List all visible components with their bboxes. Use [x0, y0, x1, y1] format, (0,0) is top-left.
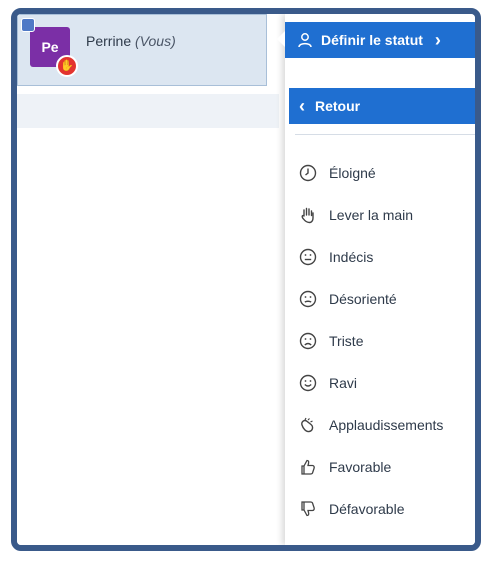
participant-row-self[interactable]: Pe ✋ Perrine (Vous)	[17, 14, 267, 86]
applause-icon	[299, 416, 317, 434]
status-item-undecided[interactable]: Indécis	[285, 236, 475, 278]
set-status-button[interactable]: Définir le statut ›	[285, 22, 475, 58]
participant-name-text: Perrine	[86, 33, 132, 49]
status-menu: Définir le statut › ‹ Retour Éloigné Lev…	[277, 14, 475, 545]
status-label: Lever la main	[329, 207, 414, 223]
status-label: Éloigné	[329, 165, 376, 181]
participant-name: Perrine (Vous)	[86, 33, 176, 49]
app-frame: Pe ✋ Perrine (Vous) Définir le statut ›	[11, 8, 481, 551]
status-item-happy[interactable]: Ravi	[285, 362, 475, 404]
participants-pane: Pe ✋ Perrine (Vous)	[17, 14, 279, 545]
status-label: Favorable	[329, 459, 392, 475]
participant-self-suffix: (Vous)	[135, 33, 176, 49]
chevron-left-icon: ‹	[299, 96, 305, 116]
raise-hand-icon	[299, 206, 317, 224]
status-item-confused[interactable]: Désorienté	[285, 278, 475, 320]
status-label: Applaudissements	[329, 417, 444, 433]
participants-list-band	[17, 94, 279, 128]
raised-hand-badge-icon: ✋	[56, 55, 78, 77]
undecided-face-icon	[299, 248, 317, 266]
avatar-initials: Pe	[41, 39, 59, 55]
presenter-icon	[21, 18, 35, 32]
thumbs-down-icon	[299, 500, 317, 518]
set-status-label: Définir le statut	[321, 32, 423, 48]
status-label: Triste	[329, 333, 364, 349]
back-button[interactable]: ‹ Retour	[289, 88, 475, 124]
happy-face-icon	[299, 374, 317, 392]
confused-face-icon	[299, 290, 317, 308]
status-label: Ravi	[329, 375, 358, 391]
person-icon	[297, 32, 313, 48]
status-list: Éloigné Lever la main Indécis Désorienté	[285, 152, 475, 530]
clock-icon	[299, 164, 317, 182]
divider	[295, 134, 475, 135]
chevron-right-icon: ›	[434, 29, 441, 50]
status-item-away[interactable]: Éloigné	[285, 152, 475, 194]
status-item-sad[interactable]: Triste	[285, 320, 475, 362]
thumbs-up-icon	[299, 458, 317, 476]
back-label: Retour	[315, 98, 361, 114]
status-item-favorable[interactable]: Favorable	[285, 446, 475, 488]
status-item-unfavorable[interactable]: Défavorable	[285, 488, 475, 530]
status-label: Indécis	[329, 249, 374, 265]
status-item-applause[interactable]: Applaudissements	[285, 404, 475, 446]
sad-face-icon	[299, 332, 317, 350]
status-label: Défavorable	[329, 501, 405, 517]
status-label: Désorienté	[329, 291, 397, 307]
status-item-raise-hand[interactable]: Lever la main	[285, 194, 475, 236]
